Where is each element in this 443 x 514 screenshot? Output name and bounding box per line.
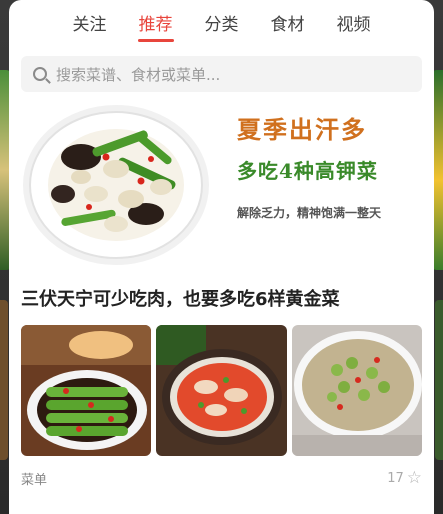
article-image-okra (21, 325, 152, 456)
right-card-peek-lower (435, 300, 443, 460)
star-outline-icon: ☆ (406, 468, 422, 488)
article-image-tomato-stew (156, 325, 287, 456)
top-tab-bar: 关注 推荐 分类 食材 视频 (9, 0, 434, 44)
search-bar[interactable]: 搜索菜谱、食材或菜单... (21, 56, 422, 92)
banner-subheadline: 多吃4种高钾菜 (237, 159, 378, 183)
left-card-peek-lower (0, 300, 8, 460)
tab-categories[interactable]: 分类 (204, 10, 240, 35)
app-screen: 关注 推荐 分类 食材 视频 搜索菜谱、食材或菜单... 夏季出汗多 多吃4种高… (0, 0, 443, 514)
banner-headline: 夏季出汗多 (237, 115, 367, 144)
tab-recommended[interactable]: 推荐 (137, 10, 174, 42)
tab-ingredients[interactable]: 食材 (270, 10, 306, 35)
article-meta-row: 菜单 17 ☆ (21, 468, 422, 488)
search-placeholder: 搜索菜谱、食材或菜单... (56, 65, 221, 84)
tab-videos[interactable]: 视频 (336, 10, 372, 35)
content-card: 关注 推荐 分类 食材 视频 搜索菜谱、食材或菜单... 夏季出汗多 多吃4种高… (9, 0, 434, 514)
promo-banner[interactable]: 夏季出汗多 多吃4种高钾菜 解除乏力，精神饱满一整天 (9, 96, 434, 271)
article-image-row[interactable] (21, 325, 422, 456)
tab-following[interactable]: 关注 (72, 10, 108, 35)
favorite-count: 17 (387, 470, 404, 486)
article-category: 菜单 (21, 472, 48, 488)
banner-tagline: 解除乏力，精神饱满一整天 (237, 206, 382, 220)
banner-text-block: 夏季出汗多 多吃4种高钾菜 解除乏力，精神饱满一整天 (237, 110, 427, 221)
banner-dish-image (23, 105, 209, 265)
search-icon (33, 67, 47, 81)
favorite-button[interactable]: 17 ☆ (387, 468, 422, 488)
article-title[interactable]: 三伏天宁可少吃肉，也要多吃6样黄金菜 (21, 285, 422, 311)
article-image-edamame (291, 325, 422, 456)
